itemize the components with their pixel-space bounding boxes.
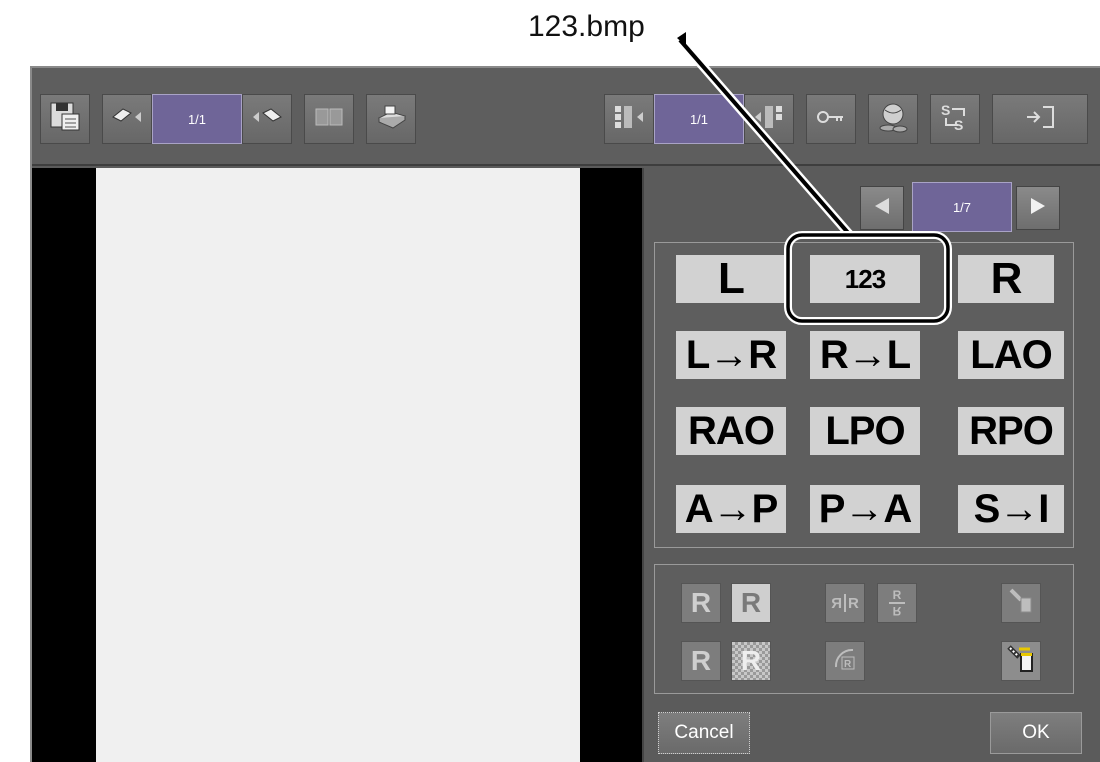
image-canvas[interactable] (96, 168, 580, 762)
layout-icon (314, 106, 344, 133)
next-arrow-icon (249, 105, 285, 134)
marker-lao[interactable]: LAO (958, 331, 1064, 379)
boxed-r-icon: R (740, 587, 762, 618)
plain-r-icon-2: R (690, 645, 712, 676)
annotation-window: 1/1 1/1 S S 1/7 L 123 R L→R R→L LAO RAO … (30, 66, 1100, 762)
key-button[interactable] (806, 94, 856, 144)
exit-door-icon (1023, 104, 1057, 135)
prev-page-button[interactable] (860, 186, 904, 230)
svg-text:S: S (941, 102, 950, 118)
plain-r-style-button-2[interactable]: R (681, 641, 721, 681)
marker-rao[interactable]: RAO (676, 407, 786, 455)
flip-right-glyph: R (847, 594, 859, 612)
ok-button[interactable]: OK (990, 712, 1082, 754)
prev-arrow-icon (109, 105, 145, 134)
rotate-icon: R (831, 645, 859, 678)
print-button[interactable] (366, 94, 416, 144)
delete-all-markers-button[interactable] (1001, 641, 1041, 681)
screenshot-root: 123.bmp 1/1 1/1 S S 1/7 L 123 R L→R R→L … (0, 0, 1100, 762)
flip-divider (843, 594, 846, 612)
marker-p-to-a[interactable]: P→A (810, 485, 920, 533)
flip-left-glyph: Я (831, 594, 842, 612)
mosaic-r-icon: R (740, 645, 762, 676)
flip-horizontal-button[interactable]: ЯR (825, 583, 865, 623)
next-series-button[interactable] (744, 94, 794, 144)
svg-text:R: R (844, 659, 852, 670)
marker-s-to-i[interactable]: S→I (958, 485, 1064, 533)
marker-r-to-l[interactable]: R→L (810, 331, 920, 379)
image-page-indicator: 1/1 (152, 94, 242, 144)
plain-r-icon: R (690, 587, 712, 618)
toolbar: 1/1 1/1 S S (32, 68, 1100, 166)
layout-button[interactable] (304, 94, 354, 144)
delete-marker-button[interactable] (1001, 583, 1041, 623)
marker-123[interactable]: 123 (810, 255, 920, 303)
marker-panel: 1/7 L 123 R L→R R→L LAO RAO LPO RPO A→P … (642, 168, 1100, 762)
floppy-disk-icon (48, 100, 82, 139)
ss-convert-icon: SS (938, 100, 972, 139)
printer-icon (373, 102, 409, 137)
marker-tools: R R R R ЯR RR R (654, 564, 1074, 694)
rotate-bottom-glyph: R (892, 604, 902, 618)
flip-vertical-icon: RR (889, 588, 905, 618)
marker-l[interactable]: L (676, 254, 786, 303)
triangle-left-icon (873, 196, 891, 221)
marker-rpo[interactable]: RPO (958, 407, 1064, 455)
triangle-right-icon (1029, 196, 1047, 221)
globe-icon (876, 100, 910, 139)
plain-r-style-button[interactable]: R (681, 583, 721, 623)
key-icon (815, 107, 847, 132)
trash-icon (1006, 643, 1036, 680)
marker-a-to-p[interactable]: A→P (676, 485, 786, 533)
save-button[interactable] (40, 94, 90, 144)
series-next-icon (751, 102, 787, 137)
callout-filename: 123.bmp (528, 10, 645, 43)
rotate-top-glyph: R (892, 588, 902, 602)
previous-series-button[interactable] (604, 94, 654, 144)
marker-lpo[interactable]: LPO (810, 407, 920, 455)
series-page-indicator: 1/1 (654, 94, 744, 144)
next-page-button[interactable] (1016, 186, 1060, 230)
previous-image-button[interactable] (102, 94, 152, 144)
convert-button[interactable]: SS (930, 94, 980, 144)
marker-l-to-r[interactable]: L→R (676, 331, 786, 379)
mosaic-r-style-button[interactable]: R (731, 641, 771, 681)
image-viewer[interactable] (32, 168, 642, 762)
next-image-button[interactable] (242, 94, 292, 144)
trash-disabled-icon (1007, 586, 1035, 621)
page-indicator: 1/7 (912, 182, 1012, 232)
boxed-r-style-button[interactable]: R (731, 583, 771, 623)
rotate-button[interactable]: R (825, 641, 865, 681)
marker-r[interactable]: R (958, 254, 1054, 303)
exit-button[interactable] (992, 94, 1088, 144)
marker-grid: L 123 R L→R R→L LAO RAO LPO RPO A→P P→A … (654, 242, 1074, 548)
flip-horizontal-icon: ЯR (831, 594, 859, 612)
network-button[interactable] (868, 94, 918, 144)
series-prev-icon (611, 102, 647, 137)
flip-vertical-button[interactable]: RR (877, 583, 917, 623)
cancel-button[interactable]: Cancel (658, 712, 750, 754)
